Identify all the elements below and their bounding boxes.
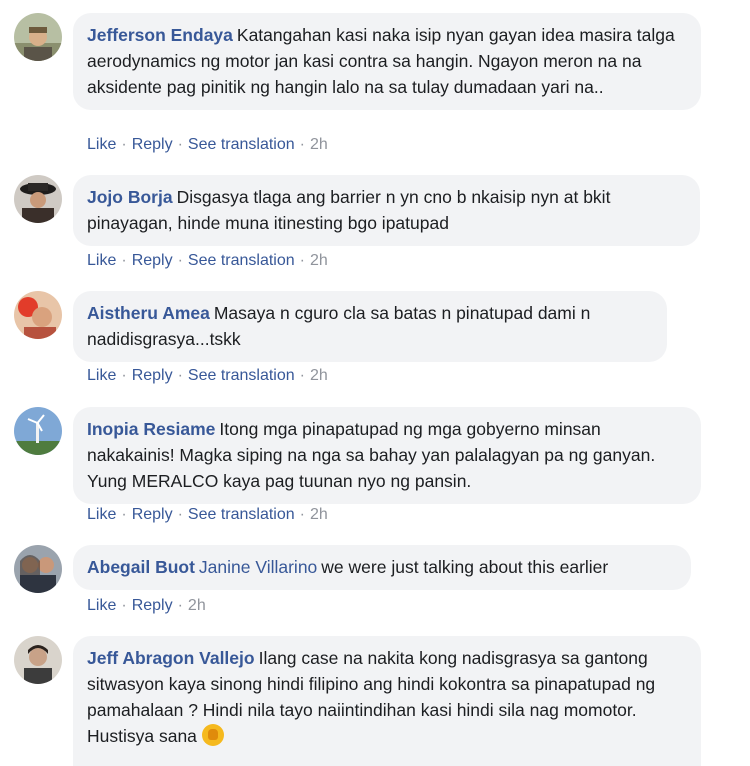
reply-link[interactable]: Reply	[132, 252, 173, 269]
reply-link[interactable]: Reply	[132, 367, 173, 384]
see-translation-link[interactable]: See translation	[188, 367, 295, 384]
avatar-photo	[14, 545, 62, 593]
timestamp[interactable]: 2h	[310, 367, 328, 384]
comment-author-link[interactable]: Jeff Abragon Vallejo	[87, 648, 255, 668]
comment-actions: Like · Reply · See translation · 2h	[87, 136, 328, 153]
like-link[interactable]: Like	[87, 597, 116, 614]
avatar-photo	[14, 13, 62, 61]
comment-author-link[interactable]: Abegail Buot	[87, 557, 195, 577]
comment-text: we were just talking about this earlier	[321, 557, 609, 577]
like-link[interactable]: Like	[87, 136, 116, 153]
see-translation-link[interactable]: See translation	[188, 252, 295, 269]
comment-bubble: Jefferson Endaya Katangahan kasi naka isi…	[73, 13, 701, 110]
like-link[interactable]: Like	[87, 367, 116, 384]
avatar[interactable]	[14, 13, 62, 61]
avatar[interactable]	[14, 407, 62, 455]
comment-actions: Like · Reply · See translation · 2h	[87, 367, 328, 384]
timestamp[interactable]: 2h	[310, 252, 328, 269]
avatar-photo	[14, 636, 62, 684]
see-translation-link[interactable]: See translation	[188, 506, 295, 523]
timestamp[interactable]: 2h	[310, 506, 328, 523]
avatar[interactable]	[14, 545, 62, 593]
avatar-photo	[14, 175, 62, 223]
comment-bubble: Inopia Resiame Itong mga pinapatupad ng m…	[73, 407, 701, 504]
avatar-photo	[14, 291, 62, 339]
comment-bubble: Jeff Abragon Vallejo Ilang case na nakita…	[73, 636, 701, 766]
see-translation-link[interactable]: See translation	[188, 136, 295, 153]
comment-actions: Like · Reply · 2h	[87, 597, 206, 614]
timestamp[interactable]: 2h	[188, 597, 206, 614]
avatar-photo	[14, 407, 62, 455]
comment-bubble: Aistheru Amea Masaya n cguro cla sa batas…	[73, 291, 667, 362]
reply-link[interactable]: Reply	[132, 597, 173, 614]
like-link[interactable]: Like	[87, 506, 116, 523]
mention-link[interactable]: Janine Villarino	[199, 557, 317, 577]
comment-actions: Like · Reply · See translation · 2h	[87, 252, 328, 269]
fist-emoji-icon	[201, 724, 224, 746]
comment-author-link[interactable]: Inopia Resiame	[87, 419, 215, 439]
avatar[interactable]	[14, 175, 62, 223]
comment-actions: Like · Reply · See translation · 2h	[87, 506, 328, 523]
reply-link[interactable]: Reply	[132, 136, 173, 153]
avatar[interactable]	[14, 636, 62, 684]
timestamp[interactable]: 2h	[310, 136, 328, 153]
avatar[interactable]	[14, 291, 62, 339]
like-link[interactable]: Like	[87, 252, 116, 269]
reply-link[interactable]: Reply	[132, 506, 173, 523]
comment-bubble: Abegail Buot Janine Villarino we were just…	[73, 545, 691, 590]
comment-bubble: Jojo Borja Disgasya tlaga ang barrier n y…	[73, 175, 700, 246]
comment-author-link[interactable]: Aistheru Amea	[87, 303, 210, 323]
comment-author-link[interactable]: Jefferson Endaya	[87, 25, 233, 45]
comment-author-link[interactable]: Jojo Borja	[87, 187, 173, 207]
